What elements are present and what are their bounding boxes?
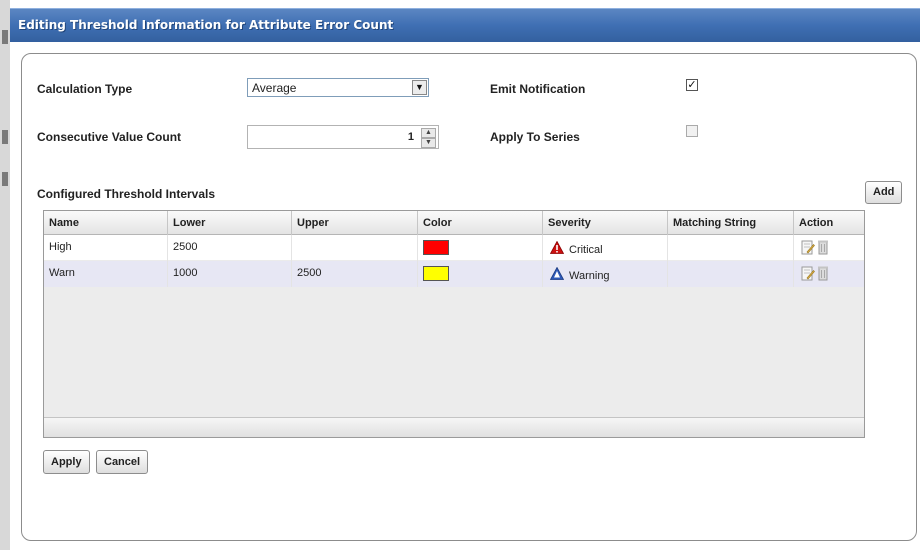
edge-marker: [2, 130, 8, 144]
column-header-lower[interactable]: Lower: [168, 211, 292, 235]
column-header-color[interactable]: Color: [418, 211, 543, 235]
delete-icon[interactable]: [818, 266, 828, 281]
cell-upper: [292, 235, 418, 261]
cancel-button[interactable]: Cancel: [96, 450, 149, 474]
spinner-down-icon[interactable]: ▼: [421, 138, 436, 148]
calculation-type-select[interactable]: Average ▼: [247, 78, 429, 97]
edit-icon[interactable]: [801, 240, 815, 255]
configured-threshold-intervals-label: Configured Threshold Intervals: [37, 187, 216, 201]
table-header: Name Lower Upper Color Severity Matching…: [44, 211, 864, 235]
calculation-type-value: Average: [252, 81, 297, 95]
table-row[interactable]: High 2500 Critical: [44, 235, 864, 261]
dialog-title: Editing Threshold Information for Attrib…: [18, 18, 394, 32]
cell-action: [794, 235, 864, 261]
emit-notification-checkbox[interactable]: ✓: [686, 79, 698, 91]
column-header-name[interactable]: Name: [44, 211, 168, 235]
threshold-dialog: Editing Threshold Information for Attrib…: [10, 8, 920, 548]
dialog-titlebar[interactable]: Editing Threshold Information for Attrib…: [10, 8, 920, 42]
column-header-upper[interactable]: Upper: [292, 211, 418, 235]
emit-notification-label: Emit Notification: [490, 82, 586, 96]
cell-lower: 1000: [168, 261, 292, 287]
cell-name: High: [44, 235, 168, 261]
form-panel: Calculation Type Average ▼ Emit Notifica…: [21, 53, 917, 541]
cell-severity: Critical: [543, 235, 668, 261]
cell-action: [794, 261, 864, 287]
consecutive-value-count-label: Consecutive Value Count: [37, 130, 182, 144]
cell-severity: Warning: [543, 261, 668, 287]
column-header-severity[interactable]: Severity: [543, 211, 668, 235]
apply-to-series-label: Apply To Series: [490, 130, 580, 144]
color-swatch[interactable]: [423, 266, 449, 281]
horizontal-scrollbar[interactable]: [44, 417, 864, 437]
cell-name: Warn: [44, 261, 168, 287]
edge-marker: [2, 30, 8, 44]
edge-marker: [2, 172, 8, 186]
color-swatch[interactable]: [423, 240, 449, 255]
threshold-intervals-table: Name Lower Upper Color Severity Matching…: [43, 210, 865, 438]
edit-icon[interactable]: [801, 266, 815, 281]
cell-matching-string: [668, 235, 794, 261]
background-window-edge: [0, 0, 10, 550]
column-header-action[interactable]: Action: [794, 211, 864, 235]
warning-triangle-icon: [550, 267, 564, 280]
severity-label: Warning: [569, 270, 610, 282]
cell-upper: 2500: [292, 261, 418, 287]
calculation-type-label: Calculation Type: [37, 82, 133, 96]
apply-to-series-checkbox[interactable]: [686, 125, 698, 137]
critical-triangle-icon: [550, 241, 564, 254]
table-empty-area: [44, 287, 864, 417]
table-row[interactable]: Warn 1000 2500 Warning: [44, 261, 864, 287]
cell-color: [418, 261, 543, 287]
apply-button[interactable]: Apply: [43, 450, 90, 474]
severity-label: Critical: [569, 244, 603, 256]
consecutive-value-count-spinner[interactable]: 1 ▲ ▼: [247, 125, 439, 149]
delete-icon[interactable]: [818, 240, 828, 255]
column-header-matching-string[interactable]: Matching String: [668, 211, 794, 235]
chevron-down-icon[interactable]: ▼: [412, 80, 427, 95]
cell-matching-string: [668, 261, 794, 287]
cell-lower: 2500: [168, 235, 292, 261]
add-interval-button[interactable]: Add: [865, 181, 903, 204]
consecutive-value-count-value: 1: [407, 131, 414, 143]
spinner-up-icon[interactable]: ▲: [421, 128, 436, 138]
cell-color: [418, 235, 543, 261]
